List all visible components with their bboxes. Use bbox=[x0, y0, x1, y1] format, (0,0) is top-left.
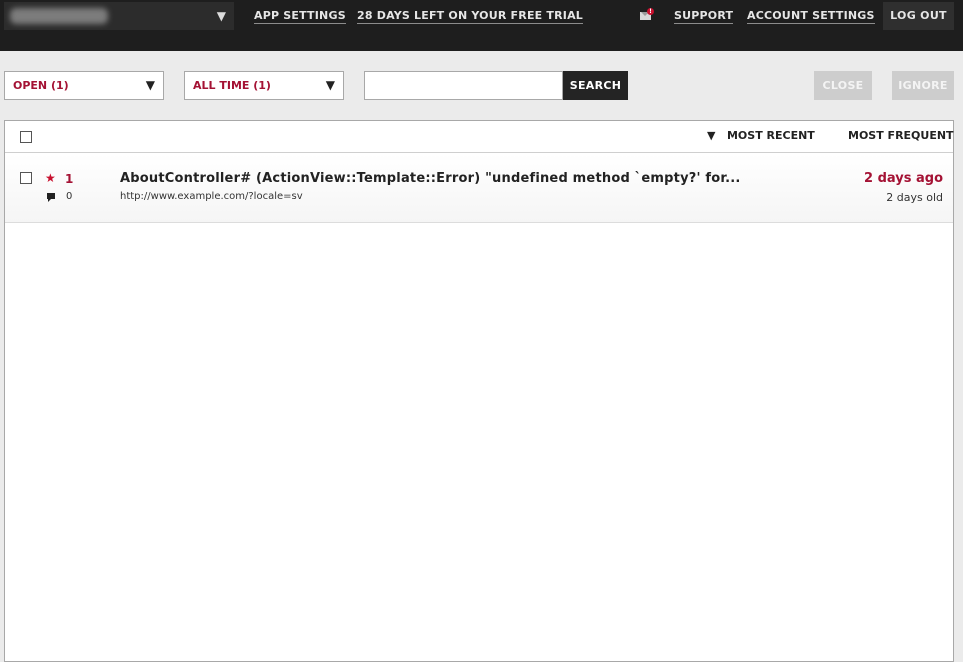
sort-desc-icon: ▼ bbox=[707, 129, 716, 142]
status-filter-dropdown[interactable]: OPEN (1) ▼ bbox=[4, 71, 164, 100]
status-filter-label: OPEN (1) bbox=[13, 79, 69, 92]
error-title[interactable]: AboutController# (ActionView::Template::… bbox=[120, 171, 741, 186]
chevron-down-icon[interactable]: ▼ bbox=[217, 9, 226, 23]
free-trial-link[interactable]: 28 DAYS LEFT ON YOUR FREE TRIAL bbox=[357, 9, 583, 24]
error-row[interactable]: ★ 1 0 AboutController# (ActionView::Temp… bbox=[5, 154, 953, 223]
occurrence-count: 1 bbox=[65, 172, 74, 186]
chevron-down-icon: ▼ bbox=[325, 78, 335, 92]
comment-icon bbox=[47, 193, 55, 202]
select-all-checkbox[interactable] bbox=[20, 131, 32, 143]
most-frequent-sort[interactable]: MOST FREQUENT bbox=[848, 129, 954, 142]
close-button[interactable]: CLOSE bbox=[814, 71, 872, 100]
most-recent-sort[interactable]: ▼ MOST RECENT bbox=[707, 129, 815, 142]
app-name-redacted bbox=[10, 8, 108, 24]
last-seen: 2 days ago bbox=[864, 171, 943, 186]
error-url: http://www.example.com/?locale=sv bbox=[120, 191, 303, 202]
search-input[interactable] bbox=[364, 71, 563, 100]
notification-badge: ! bbox=[647, 8, 654, 15]
star-icon[interactable]: ★ bbox=[45, 172, 56, 184]
period-filter-label: ALL TIME (1) bbox=[193, 79, 271, 92]
period-filter-dropdown[interactable]: ALL TIME (1) ▼ bbox=[184, 71, 344, 100]
app-selector[interactable]: ▼ bbox=[4, 2, 234, 30]
logout-button[interactable]: LOG OUT bbox=[883, 2, 954, 30]
support-link[interactable]: SUPPORT bbox=[674, 9, 734, 24]
top-navigation-bar: ▼ APP SETTINGS 28 DAYS LEFT ON YOUR FREE… bbox=[0, 0, 963, 51]
error-age: 2 days old bbox=[886, 191, 943, 204]
list-header: ▼ MOST RECENT MOST FREQUENT bbox=[5, 121, 954, 153]
most-recent-label: MOST RECENT bbox=[726, 129, 815, 142]
error-list-panel: ▼ MOST RECENT MOST FREQUENT ★ 1 0 AboutC… bbox=[4, 120, 954, 662]
comment-count: 0 bbox=[66, 191, 73, 202]
chevron-down-icon: ▼ bbox=[145, 78, 155, 92]
account-settings-link[interactable]: ACCOUNT SETTINGS bbox=[747, 9, 875, 24]
row-checkbox[interactable] bbox=[20, 172, 32, 184]
search-button[interactable]: SEARCH bbox=[563, 71, 628, 100]
app-settings-link[interactable]: APP SETTINGS bbox=[254, 9, 346, 24]
mail-icon[interactable]: ! bbox=[640, 8, 654, 21]
ignore-button[interactable]: IGNORE bbox=[892, 71, 954, 100]
